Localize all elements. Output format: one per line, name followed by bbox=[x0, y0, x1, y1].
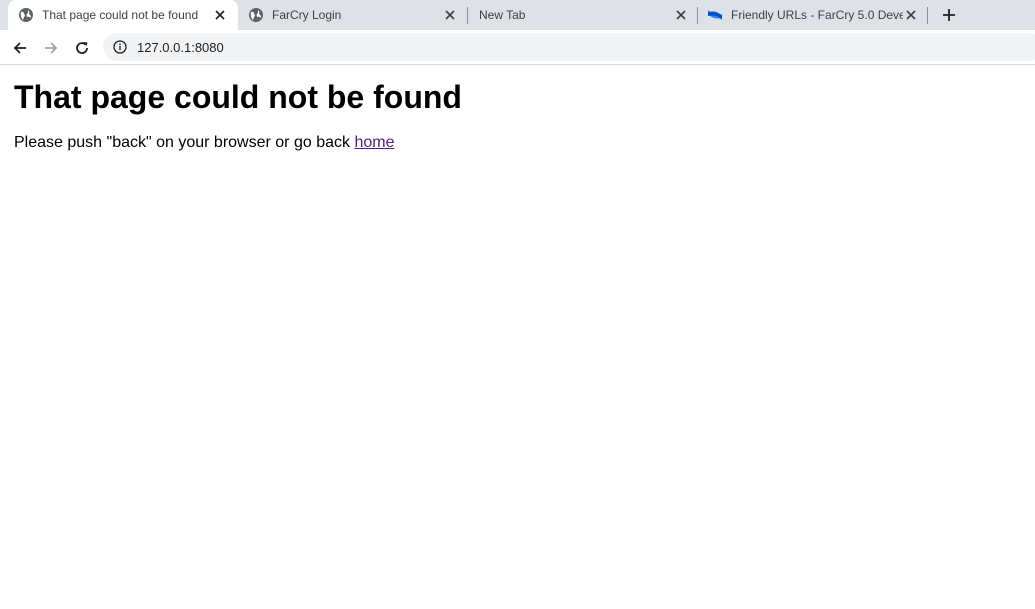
tab-title: New Tab bbox=[479, 8, 526, 22]
tab-separator bbox=[697, 7, 698, 24]
tab-title: That page could not be found bbox=[42, 8, 199, 22]
home-link[interactable]: home bbox=[354, 134, 394, 151]
globe-icon bbox=[248, 7, 264, 23]
tab-strip: That page could not be found FarCry Logi… bbox=[0, 0, 1035, 30]
tab-title: Friendly URLs - FarCry 5.0 Develo bbox=[731, 8, 903, 22]
tab-friendly-urls[interactable]: Friendly URLs - FarCry 5.0 Develo bbox=[699, 0, 927, 30]
page-content: That page could not be found Please push… bbox=[0, 79, 1035, 152]
reload-button[interactable] bbox=[72, 38, 92, 58]
tab-farcry-login[interactable]: FarCry Login bbox=[240, 0, 466, 30]
address-bar[interactable] bbox=[103, 33, 1035, 61]
globe-icon bbox=[18, 7, 34, 23]
tab-separator bbox=[467, 7, 468, 24]
close-icon[interactable] bbox=[903, 7, 919, 23]
error-message: Please push "back" on your browser or go… bbox=[14, 134, 1021, 152]
browser-toolbar bbox=[0, 30, 1035, 65]
confluence-icon bbox=[707, 7, 723, 23]
message-text: Please push "back" on your browser or go… bbox=[14, 134, 350, 151]
forward-button[interactable] bbox=[41, 38, 61, 58]
tab-title: FarCry Login bbox=[272, 8, 342, 22]
tab-new-tab[interactable]: New Tab bbox=[469, 0, 697, 30]
arrow-left-icon bbox=[13, 42, 26, 54]
new-tab-button[interactable] bbox=[940, 6, 958, 24]
info-icon[interactable] bbox=[113, 40, 127, 54]
close-icon[interactable] bbox=[212, 7, 228, 23]
tab-separator bbox=[927, 7, 928, 24]
arrow-right-icon bbox=[45, 42, 58, 54]
back-button[interactable] bbox=[10, 38, 30, 58]
url-input[interactable] bbox=[137, 39, 637, 55]
reload-icon bbox=[76, 42, 88, 54]
close-icon[interactable] bbox=[673, 7, 689, 23]
close-icon[interactable] bbox=[442, 7, 458, 23]
page-title: That page could not be found bbox=[14, 79, 462, 115]
plus-icon bbox=[943, 9, 955, 21]
tab-not-found[interactable]: That page could not be found bbox=[8, 0, 238, 30]
